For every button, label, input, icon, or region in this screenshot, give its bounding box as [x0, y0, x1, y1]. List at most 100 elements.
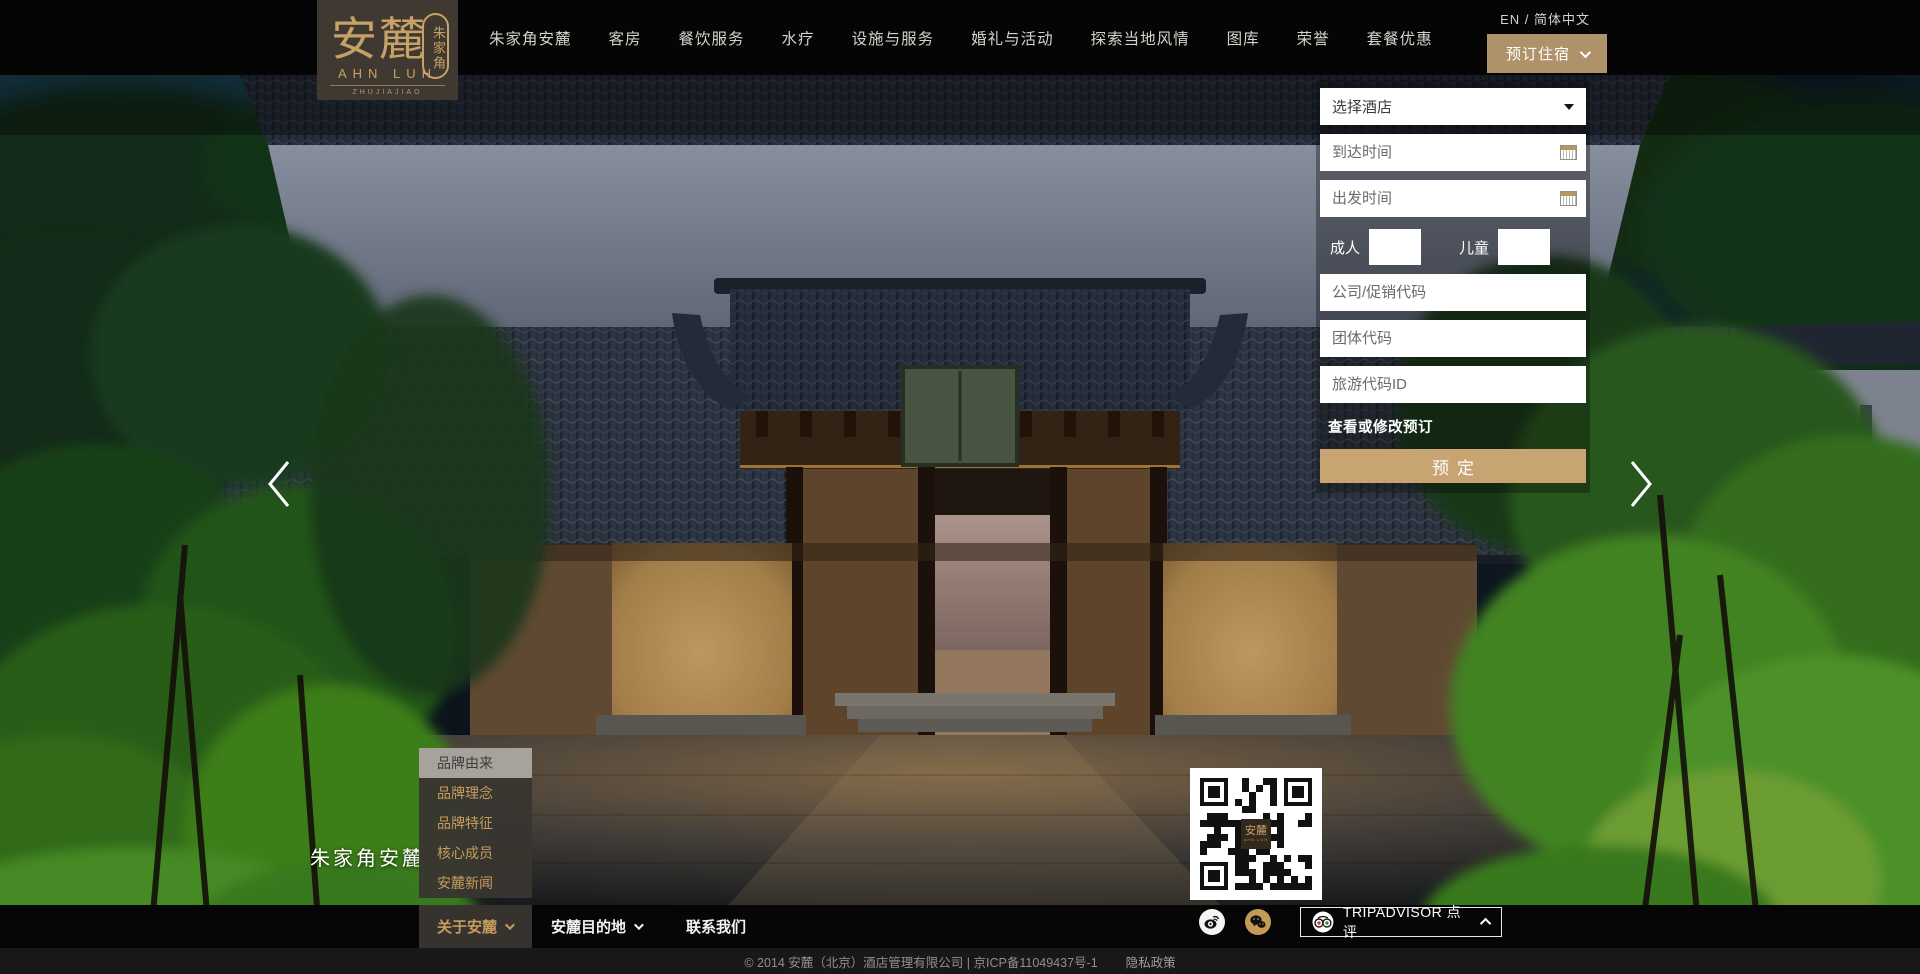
nav-item-7[interactable]: 图库: [1227, 27, 1260, 49]
view-modify-booking-link[interactable]: 查看或修改预订: [1328, 416, 1586, 437]
footer-item-about[interactable]: 关于安麓: [419, 905, 532, 948]
qr-cell: [1228, 841, 1235, 848]
qr-cell: [1270, 869, 1277, 876]
hero-caption: 朱家角安麓: [310, 842, 425, 871]
qr-cell: [1263, 876, 1270, 883]
qr-cell: [1305, 827, 1312, 834]
qr-cell: [1270, 806, 1277, 813]
reserve-button[interactable]: 预定: [1320, 449, 1586, 483]
qr-cell: [1200, 848, 1207, 855]
qr-cell: [1228, 820, 1235, 827]
hotel-select-value[interactable]: 选择酒店: [1320, 88, 1586, 125]
weibo-icon[interactable]: [1199, 909, 1225, 935]
travel-id-field: [1320, 366, 1586, 403]
chevron-up-icon: [1480, 918, 1491, 929]
footer-item-destinations[interactable]: 安麓目的地: [551, 905, 641, 948]
qr-cell: [1256, 778, 1263, 785]
qr-cell: [1270, 778, 1277, 785]
qr-cell: [1277, 799, 1284, 806]
qr-cell: [1270, 883, 1277, 890]
calendar-icon[interactable]: [1560, 191, 1577, 206]
qr-cell: [1207, 820, 1214, 827]
wechat-icon[interactable]: [1245, 909, 1271, 935]
group-code-input[interactable]: [1320, 320, 1586, 357]
dropdown-item-2[interactable]: 品牌特征: [419, 808, 532, 838]
tripadvisor-widget[interactable]: TRIPADVISOR 点评: [1300, 907, 1502, 937]
qr-cell: [1228, 855, 1235, 862]
nav-item-5[interactable]: 婚礼与活动: [971, 27, 1054, 49]
nav-item-6[interactable]: 探索当地风情: [1091, 27, 1190, 49]
qr-cell: [1270, 862, 1277, 869]
calendar-icon[interactable]: [1560, 145, 1577, 160]
qr-cell: [1242, 883, 1249, 890]
qr-cell: [1291, 806, 1298, 813]
book-stay-button[interactable]: 预订住宿: [1487, 34, 1607, 73]
copyright-text: © 2014 安麓（北京）酒店管理有限公司 | 京ICP备11049437号-1: [744, 952, 1097, 971]
qr-cell: [1291, 834, 1298, 841]
qr-cell: [1235, 869, 1242, 876]
qr-cell: [1298, 841, 1305, 848]
carousel-next-button[interactable]: [1626, 458, 1656, 510]
top-navigation-bar: 朱家角安麓 客房 餐饮服务 水疗 设施与服务 婚礼与活动 探索当地风情 图库 荣誉 套餐优惠 EN…: [0, 0, 1920, 75]
nav-item-8[interactable]: 荣誉: [1297, 27, 1330, 49]
nav-item-0[interactable]: 朱家角安麓: [489, 27, 572, 49]
logo-english-name: AHN LUH: [317, 66, 458, 81]
logo-chinese-name: 安麓: [331, 16, 427, 62]
qr-cell: [1256, 862, 1263, 869]
qr-cell: [1291, 813, 1298, 820]
qr-cell: [1270, 820, 1277, 827]
qr-cell: [1228, 848, 1235, 855]
children-label: 儿童: [1459, 237, 1489, 258]
qr-cell: [1263, 883, 1270, 890]
promo-code-input[interactable]: [1320, 274, 1586, 311]
qr-cell: [1305, 841, 1312, 848]
language-switcher[interactable]: EN / 简体中文: [1500, 9, 1590, 28]
nav-item-2[interactable]: 餐饮服务: [679, 27, 745, 49]
travel-id-input[interactable]: [1320, 366, 1586, 403]
qr-cell: [1221, 855, 1228, 862]
qr-cell: [1256, 869, 1263, 876]
brand-logo[interactable]: 安麓 朱家角 AHN LUH ZHUJIAJIAO: [317, 0, 458, 100]
qr-cell: [1249, 869, 1256, 876]
footer-item-label: 安麓目的地: [551, 916, 626, 937]
qr-cell: [1249, 855, 1256, 862]
qr-cell: [1235, 806, 1242, 813]
adults-input[interactable]: [1369, 229, 1421, 265]
privacy-policy-link[interactable]: 隐私政策: [1126, 952, 1176, 971]
qr-cell: [1249, 883, 1256, 890]
qr-cell: [1298, 869, 1305, 876]
chevron-down-icon: [1580, 46, 1591, 57]
nav-item-4[interactable]: 设施与服务: [852, 27, 935, 49]
qr-cell: [1228, 785, 1235, 792]
qr-cell: [1270, 827, 1277, 834]
footer-item-contact[interactable]: 联系我们: [686, 905, 746, 948]
qr-logo-subtext: AHN LUH: [1244, 838, 1269, 842]
qr-cell: [1277, 841, 1284, 848]
qr-cell: [1256, 785, 1263, 792]
nav-item-1[interactable]: 客房: [609, 27, 642, 49]
nav-item-3[interactable]: 水疗: [782, 27, 815, 49]
dropdown-item-3[interactable]: 核心成员: [419, 838, 532, 868]
qr-cell: [1305, 848, 1312, 855]
departure-date-input[interactable]: [1320, 180, 1586, 217]
arrival-date-input[interactable]: [1320, 134, 1586, 171]
qr-cell: [1305, 862, 1312, 869]
nav-item-9[interactable]: 套餐优惠: [1367, 27, 1433, 49]
dropdown-item-1[interactable]: 品牌理念: [419, 778, 532, 808]
children-input[interactable]: [1498, 229, 1550, 265]
footer-item-label: 联系我们: [686, 916, 746, 937]
arrival-date-field: [1320, 134, 1586, 171]
qr-cell: [1305, 883, 1312, 890]
qr-cell: [1228, 862, 1235, 869]
qr-cell: [1228, 806, 1235, 813]
dropdown-item-0[interactable]: 品牌由来: [419, 748, 532, 778]
qr-cell: [1207, 834, 1214, 841]
qr-cell: [1284, 806, 1291, 813]
hotel-select-field[interactable]: 选择酒店: [1320, 88, 1586, 125]
qr-cell: [1277, 806, 1284, 813]
carousel-prev-button[interactable]: [264, 458, 294, 510]
qr-pattern: 安麓 AHN LUH: [1200, 778, 1312, 890]
dropdown-item-4[interactable]: 安麓新闻: [419, 868, 532, 898]
qr-cell: [1263, 869, 1270, 876]
qr-cell: [1298, 862, 1305, 869]
